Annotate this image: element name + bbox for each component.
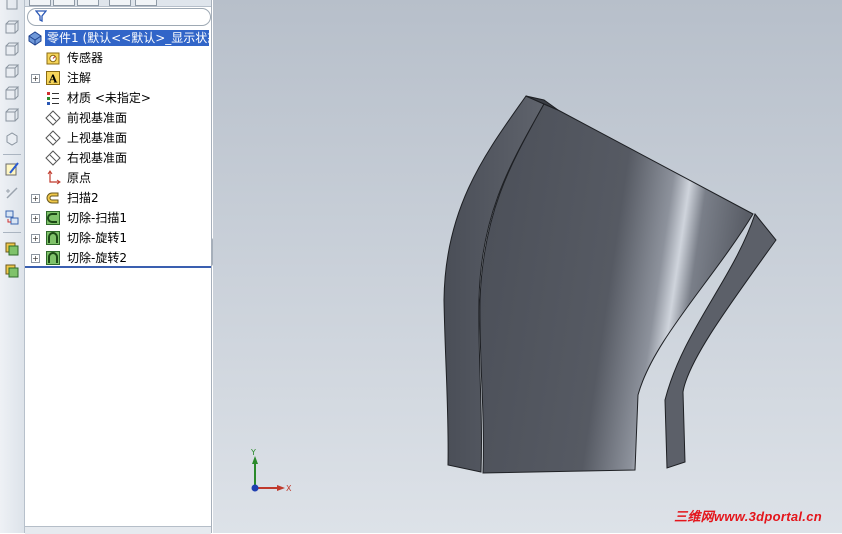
feature-manager-panel: 零件1 (默认<<默认>_显示状态 传感器 + A 注解 材质 <未指定> 前视… <box>25 0 212 534</box>
tree-item-top-plane[interactable]: 上视基准面 <box>25 128 211 148</box>
tab-property-manager[interactable] <box>53 0 75 6</box>
origin-icon <box>47 170 61 185</box>
tree-item-label: 注解 <box>67 71 92 85</box>
rollback-bar[interactable] <box>25 266 211 268</box>
tree-item-material[interactable]: 材质 <未指定> <box>25 88 211 108</box>
bottom-view-icon[interactable] <box>3 106 21 124</box>
tab-dimxpert[interactable] <box>109 0 131 6</box>
plane-icon <box>45 150 61 166</box>
tree-root-label: 零件1 (默认<<默认>_显示状态 <box>45 30 209 46</box>
tree-item-label: 扫描2 <box>67 191 99 205</box>
cut-revolve-icon <box>46 231 60 245</box>
plane-icon <box>45 110 61 126</box>
triad-x-label: X <box>286 484 292 493</box>
expand-toggle[interactable]: + <box>31 194 40 203</box>
tree-item-front-plane[interactable]: 前视基准面 <box>25 108 211 128</box>
tree-item-sweep2[interactable]: + 扫描2 <box>25 188 211 208</box>
front-view-icon[interactable] <box>3 18 21 36</box>
plane-icon <box>45 130 61 146</box>
tab-feature-manager[interactable] <box>29 0 51 6</box>
tree-item-annotations[interactable]: + A 注解 <box>25 68 211 88</box>
triad-y-label: Y <box>250 448 256 457</box>
cut-sweep-icon <box>46 211 60 225</box>
cut-revolve-icon <box>46 251 60 265</box>
tree-item-origin[interactable]: 原点 <box>25 168 211 188</box>
expand-toggle[interactable]: + <box>31 234 40 243</box>
drawing-icon[interactable] <box>3 262 21 280</box>
tree-item-label: 原点 <box>67 171 92 185</box>
isometric-view-icon[interactable] <box>3 130 21 148</box>
filter-input[interactable] <box>27 8 211 26</box>
part-icon <box>28 31 42 46</box>
top-view-icon[interactable] <box>3 62 21 80</box>
assembly-icon[interactable] <box>3 240 21 258</box>
tree-item-label: 上视基准面 <box>67 131 128 145</box>
smart-dimension-icon[interactable] <box>3 184 21 202</box>
tree-item-sensors[interactable]: 传感器 <box>25 48 211 68</box>
tree-root-part[interactable]: 零件1 (默认<<默认>_显示状态 <box>25 28 211 48</box>
tab-configuration-manager[interactable] <box>77 0 99 6</box>
expand-toggle[interactable]: + <box>31 74 40 83</box>
part-model[interactable] <box>213 0 842 533</box>
tree-item-label: 切除-旋转1 <box>67 231 127 245</box>
graphics-area[interactable]: Y X 三维网www.3dportal.cn <box>213 0 842 533</box>
sensor-icon <box>46 52 60 65</box>
elbow-body <box>479 103 754 474</box>
tree-item-cut-revolve1[interactable]: + 切除-旋转1 <box>25 228 211 248</box>
tree-item-label: 右视基准面 <box>67 151 128 165</box>
coordinate-triad: Y X <box>250 448 292 493</box>
tree-item-right-plane[interactable]: 右视基准面 <box>25 148 211 168</box>
view-toolbar <box>0 0 25 533</box>
tree-item-label: 传感器 <box>67 51 104 65</box>
annotation-icon: A <box>46 71 60 86</box>
tree-item-cut-revolve2[interactable]: + 切除-旋转2 <box>25 248 211 268</box>
right-view-icon[interactable] <box>3 84 21 102</box>
watermark: 三维网www.3dportal.cn <box>674 509 822 524</box>
tree-item-cut-sweep1[interactable]: + 切除-扫描1 <box>25 208 211 228</box>
back-view-icon[interactable] <box>3 40 21 58</box>
sweep-icon <box>46 192 59 204</box>
svg-text:A: A <box>48 73 58 86</box>
tree-item-label: 切除-扫描1 <box>67 211 127 225</box>
tree-item-label: 前视基准面 <box>67 111 128 125</box>
filter-icon <box>35 10 47 22</box>
tree-item-label: 切除-旋转2 <box>67 251 127 265</box>
tree-item-label: 材质 <未指定> <box>67 91 151 105</box>
expand-toggle[interactable]: + <box>31 214 40 223</box>
tab-display-manager[interactable] <box>135 0 157 6</box>
panel-tabs <box>25 0 211 7</box>
material-icon <box>47 92 59 105</box>
expand-toggle[interactable]: + <box>31 254 40 263</box>
view-cube-icon[interactable] <box>3 0 21 12</box>
sketch-edit-icon[interactable] <box>3 160 21 178</box>
relations-icon[interactable] <box>3 208 21 226</box>
